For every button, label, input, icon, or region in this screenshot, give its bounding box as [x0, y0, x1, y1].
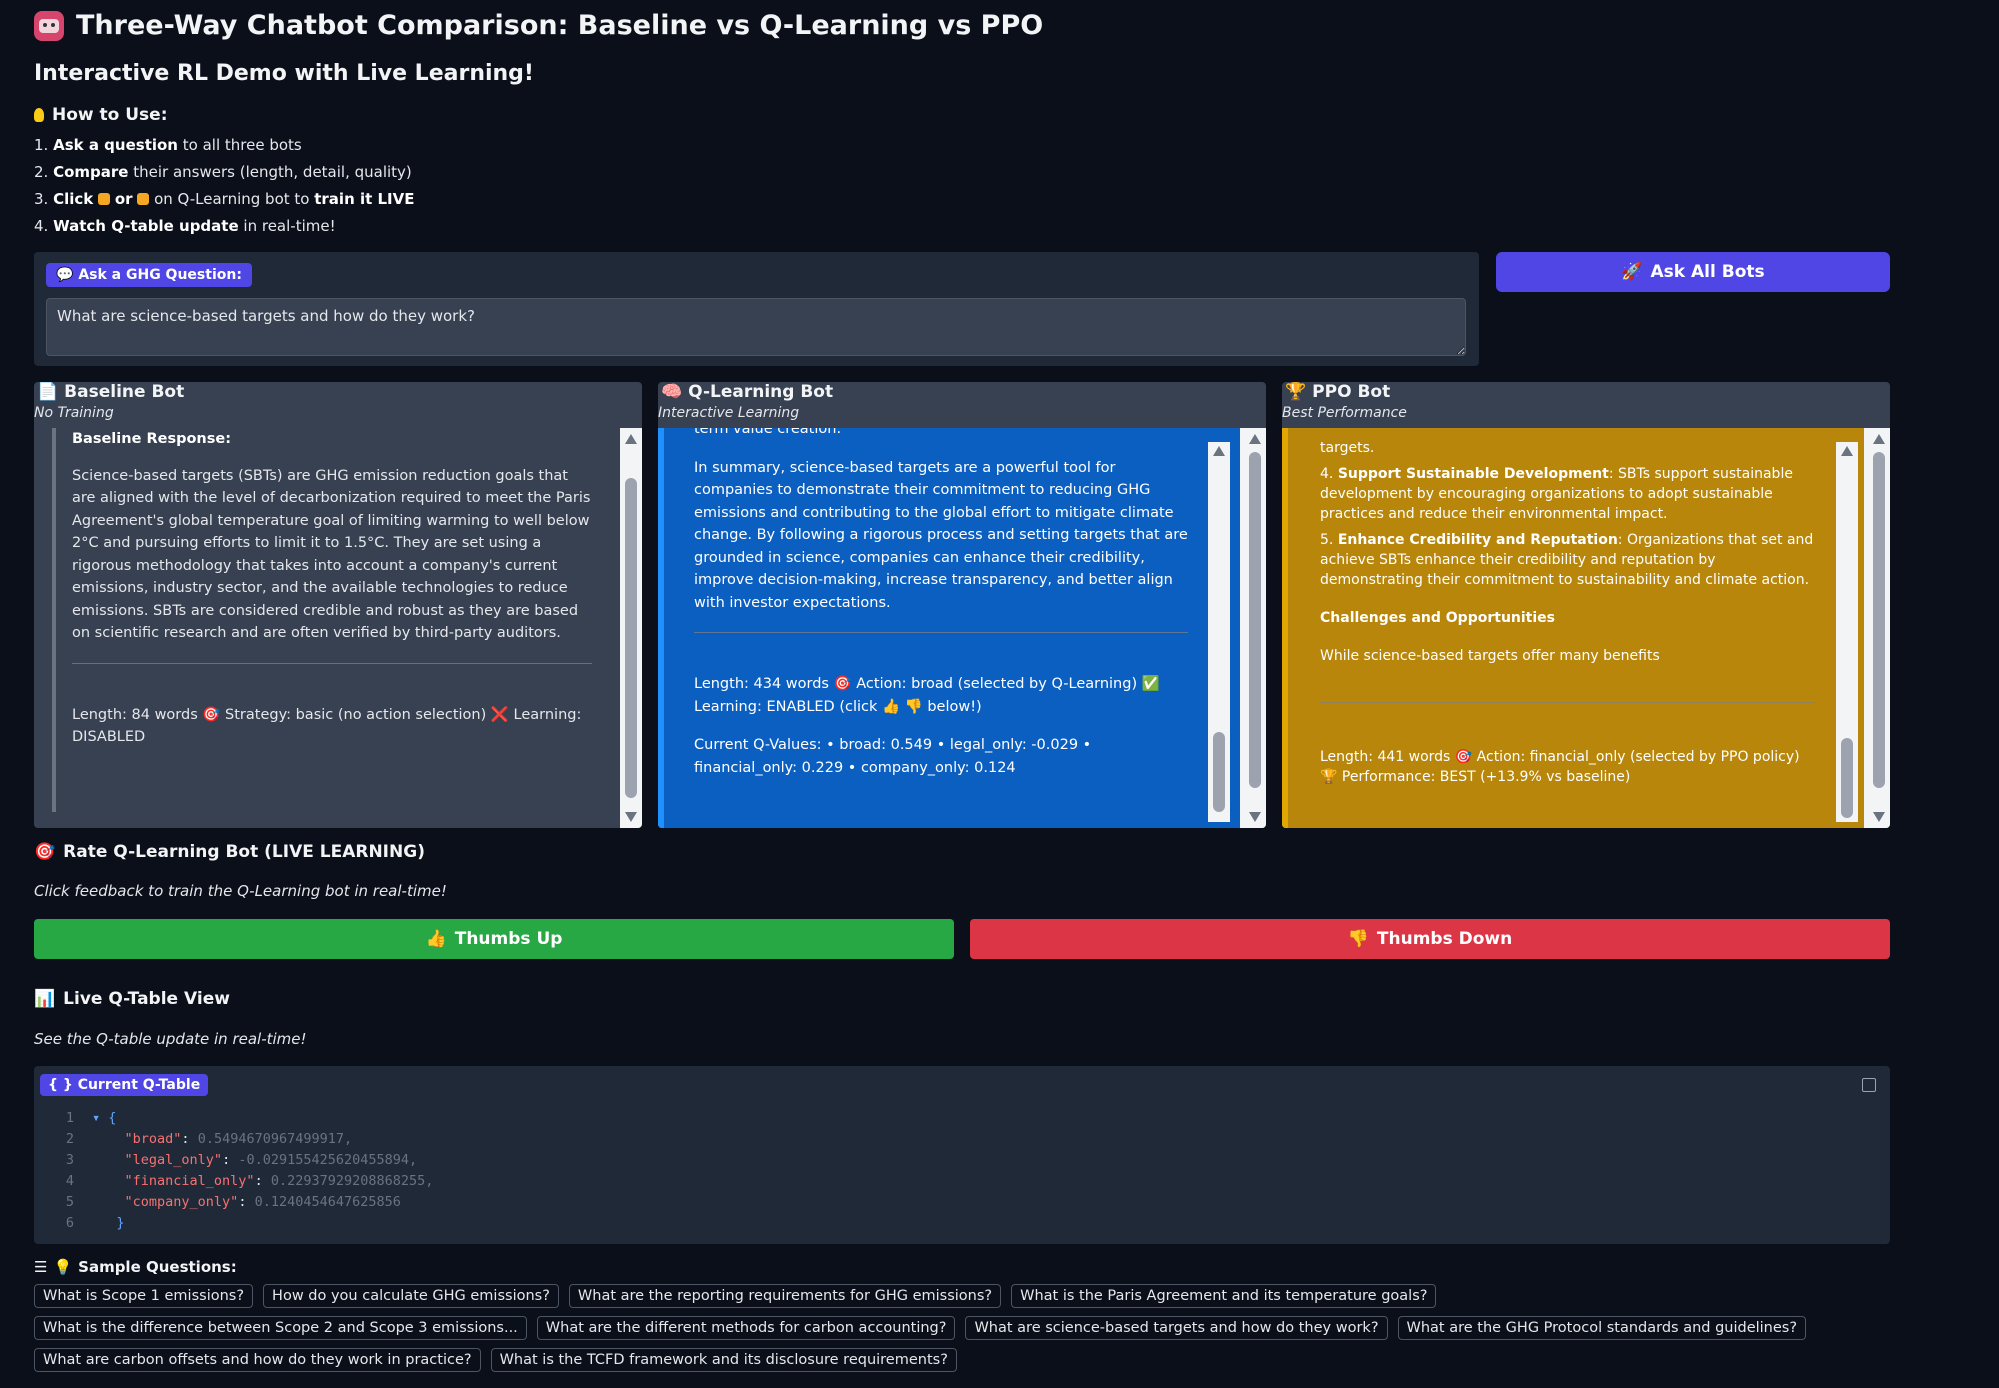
- ppo-response-box: targets. 4. Support Sustainable Developm…: [1282, 428, 1864, 828]
- baseline-bot-subtitle: No Training: [34, 405, 114, 421]
- baseline-response-text: Baseline Response: Science-based targets…: [72, 431, 592, 745]
- sample-question-list: What is Scope 1 emissions? How do you ca…: [34, 1284, 1924, 1372]
- thumbs-down-button[interactable]: 👎 Thumbs Down: [970, 919, 1890, 959]
- target-icon: 🎯: [34, 842, 56, 862]
- baseline-scrollbar[interactable]: [620, 428, 642, 828]
- scroll-thumb[interactable]: [625, 478, 637, 798]
- ppo-bot-header: 🏆 PPO Bot: [1285, 382, 1391, 402]
- scroll-thumb[interactable]: [1873, 452, 1885, 788]
- page-title-row: Three-Way Chatbot Comparison: Baseline v…: [34, 10, 1043, 41]
- rate-note: Click feedback to train the Q-Learning b…: [34, 882, 447, 900]
- lightbulb-icon: 💡: [53, 1258, 73, 1276]
- rocket-icon: 🚀: [1621, 262, 1643, 282]
- page-subtitle: Interactive RL Demo with Live Learning!: [34, 61, 534, 86]
- rate-title-row: 🎯 Rate Q-Learning Bot (LIVE LEARNING): [34, 842, 425, 862]
- thumbs-up-icon: 👍: [425, 929, 447, 949]
- sample-question-chip[interactable]: What are the different methods for carbo…: [536, 1316, 956, 1340]
- copy-icon[interactable]: [1862, 1078, 1876, 1092]
- ppo-response-text: targets. 4. Support Sustainable Developm…: [1320, 440, 1814, 785]
- code-line: 4 "financial_only": 0.22937929208868255,: [65, 1173, 434, 1189]
- collapse-icon[interactable]: ▾: [92, 1110, 108, 1126]
- qtable-code: 1 ▾ { 2 "broad": 0.5494670967499917, 3 "l…: [44, 1108, 434, 1234]
- bar-chart-icon: 📊: [34, 989, 56, 1009]
- code-line: 2 "broad": 0.5494670967499917,: [65, 1131, 353, 1147]
- ppo-response-area[interactable]: targets. 4. Support Sustainable Developm…: [1282, 428, 1890, 828]
- thumbs-down-icon: [137, 193, 150, 205]
- qlearning-bot-subtitle: Interactive Learning: [658, 405, 800, 421]
- ppo-bot-card: 🏆 PPO Bot Best Performance targets. 4. S…: [1282, 382, 1890, 828]
- scroll-thumb[interactable]: [1249, 452, 1261, 788]
- sample-question-chip[interactable]: What is the TCFD framework and its discl…: [490, 1348, 957, 1372]
- scroll-up-icon[interactable]: [1249, 434, 1261, 444]
- thumbs-up-button[interactable]: 👍 Thumbs Up: [34, 919, 954, 959]
- how-to-title-row: How to Use:: [34, 105, 168, 125]
- code-line: 5 "company_only": 0.1240454647625856: [65, 1194, 401, 1210]
- scroll-down-icon[interactable]: [625, 812, 637, 822]
- sample-question-chip[interactable]: What are science-based targets and how d…: [965, 1316, 1388, 1340]
- sample-question-chip[interactable]: What is Scope 1 emissions?: [34, 1284, 254, 1308]
- baseline-bot-card: 📄 Baseline Bot No Training Baseline Resp…: [34, 382, 642, 828]
- scroll-up-icon[interactable]: [625, 434, 637, 444]
- qlearning-response-box: term value creation. In summary, science…: [658, 428, 1240, 828]
- ppo-scrollbar[interactable]: [1868, 428, 1890, 828]
- ask-all-bots-button[interactable]: 🚀 Ask All Bots: [1496, 252, 1890, 292]
- code-line: 6 }: [65, 1215, 125, 1231]
- how-to-steps: 1. Ask a question to all three bots 2. C…: [34, 132, 415, 240]
- step-2: 2. Compare their answers (length, detail…: [34, 163, 412, 181]
- qlearning-scrollbar[interactable]: [1244, 428, 1266, 828]
- scroll-down-icon[interactable]: [1249, 812, 1261, 822]
- qlearning-bot-card: 🧠 Q-Learning Bot Interactive Learning te…: [658, 382, 1266, 828]
- sample-question-chip[interactable]: What are the GHG Protocol standards and …: [1397, 1316, 1807, 1340]
- qtable-note: See the Q-table update in real-time!: [34, 1030, 307, 1048]
- scroll-up-icon[interactable]: [1841, 446, 1853, 456]
- code-line: 1 ▾ {: [65, 1110, 117, 1126]
- page-title: Three-Way Chatbot Comparison: Baseline v…: [76, 10, 1044, 41]
- qtable-title-row: 📊 Live Q-Table View: [34, 989, 230, 1009]
- scroll-up-icon[interactable]: [1213, 446, 1225, 456]
- qlearning-response-area[interactable]: term value creation. In summary, science…: [658, 428, 1266, 828]
- question-panel: 💬 Ask a GHG Question: What are science-b…: [34, 252, 1479, 366]
- sample-questions-title: ☰ 💡 Sample Questions:: [34, 1258, 237, 1276]
- step-4: 4. Watch Q-table update in real-time!: [34, 217, 336, 235]
- ppo-bot-subtitle: Best Performance: [1282, 405, 1407, 421]
- baseline-response-area[interactable]: Baseline Response: Science-based targets…: [34, 428, 642, 828]
- qtable-label: { } Current Q-Table: [40, 1074, 209, 1096]
- thumbs-up-icon: [98, 193, 111, 205]
- ppo-inner-scrollbar[interactable]: [1836, 442, 1858, 822]
- step-1: 1. Ask a question to all three bots: [34, 136, 302, 154]
- sample-question-chip[interactable]: What is the Paris Agreement and its temp…: [1011, 1284, 1437, 1308]
- code-line: 3 "legal_only": -0.029155425620455894,: [65, 1152, 418, 1168]
- list-icon: ☰: [34, 1258, 48, 1276]
- quote-bar: [52, 428, 56, 812]
- qlearning-response-text: term value creation. In summary, science…: [694, 428, 1188, 776]
- how-to-title: How to Use:: [52, 105, 168, 125]
- thumbs-down-icon: 👎: [1347, 929, 1369, 949]
- qlearning-inner-scrollbar[interactable]: [1208, 442, 1230, 822]
- question-label: 💬 Ask a GHG Question:: [46, 263, 252, 287]
- scroll-thumb[interactable]: [1213, 732, 1225, 812]
- robot-icon: [34, 10, 64, 41]
- qlearning-bot-header: 🧠 Q-Learning Bot: [661, 382, 834, 402]
- qtable-json-panel: { } Current Q-Table 1 ▾ { 2 "broad": 0.54…: [34, 1066, 1890, 1244]
- sample-question-chip[interactable]: What is the difference between Scope 2 a…: [34, 1316, 527, 1340]
- scroll-thumb[interactable]: [1841, 738, 1853, 818]
- scroll-up-icon[interactable]: [1873, 434, 1885, 444]
- trophy-icon: 🏆: [1285, 382, 1307, 402]
- sample-question-chip[interactable]: How do you calculate GHG emissions?: [263, 1284, 559, 1308]
- sample-question-chip[interactable]: What are carbon offsets and how do they …: [34, 1348, 481, 1372]
- brain-icon: 🧠: [661, 382, 683, 402]
- sample-question-chip[interactable]: What are the reporting requirements for …: [568, 1284, 1002, 1308]
- lightbulb-icon: [34, 108, 44, 122]
- baseline-bot-header: 📄 Baseline Bot: [37, 382, 185, 402]
- sample-questions: ☰ 💡 Sample Questions: What is Scope 1 em…: [34, 1258, 1934, 1372]
- scroll-down-icon[interactable]: [1873, 812, 1885, 822]
- step-3: 3. Click or on Q-Learning bot to train i…: [34, 190, 415, 208]
- document-icon: 📄: [37, 382, 59, 402]
- question-input[interactable]: What are science-based targets and how d…: [46, 298, 1466, 356]
